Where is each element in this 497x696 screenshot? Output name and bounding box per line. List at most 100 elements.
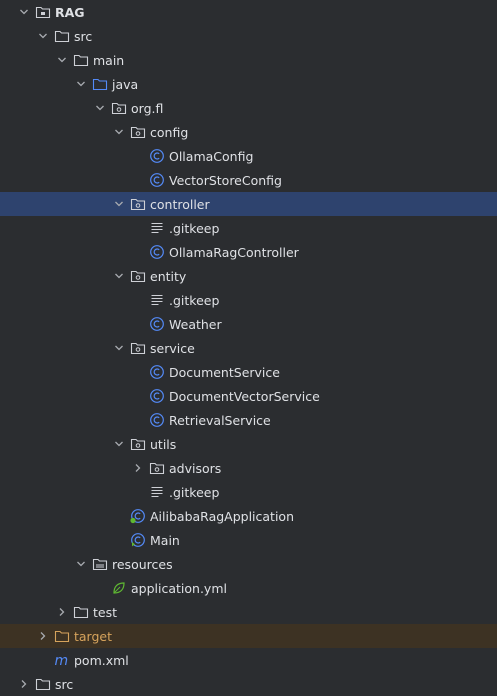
tree-item-retrievalservice[interactable]: RetrievalService — [0, 408, 497, 432]
chevron-down-icon[interactable] — [92, 100, 108, 116]
text-file-icon — [149, 292, 165, 308]
package-icon — [130, 124, 146, 140]
tree-item-label: AilibabaRagApplication — [150, 508, 295, 524]
tree-item-label: OllamaRagController — [169, 244, 299, 260]
chevron-down-icon[interactable] — [54, 52, 70, 68]
tree-item-ollamaragcontroller[interactable]: OllamaRagController — [0, 240, 497, 264]
chevron-down-icon[interactable] — [111, 436, 127, 452]
package-icon — [130, 436, 146, 452]
text-file-icon — [149, 484, 165, 500]
tree-item-label: target — [74, 628, 113, 644]
tree-item-label: pom.xml — [74, 652, 129, 668]
tree-item-label: advisors — [169, 460, 222, 476]
spring-yaml-icon — [111, 580, 127, 596]
excluded-folder-icon — [54, 628, 70, 644]
java-class-icon — [149, 364, 165, 380]
chevron-down-icon[interactable] — [16, 4, 32, 20]
tree-item-label: src — [55, 676, 74, 692]
chevron-down-icon[interactable] — [111, 196, 127, 212]
chevron-down-icon[interactable] — [111, 268, 127, 284]
maven-icon: m — [54, 652, 70, 668]
package-icon — [130, 340, 146, 356]
folder-icon — [54, 28, 70, 44]
java-class-icon — [149, 316, 165, 332]
project-folder-icon — [35, 4, 51, 20]
tree-item-gitkeep[interactable]: .gitkeep — [0, 480, 497, 504]
svg-text:m: m — [55, 653, 69, 668]
tree-item-label: resources — [112, 556, 173, 572]
tree-item-weather[interactable]: Weather — [0, 312, 497, 336]
tree-item-label: java — [112, 76, 139, 92]
tree-item-label: test — [93, 604, 118, 620]
folder-icon — [73, 604, 89, 620]
tree-item-ailibabaragapplication[interactable]: AilibabaRagApplication — [0, 504, 497, 528]
tree-item-label: config — [150, 124, 189, 140]
source-root-folder-icon — [92, 76, 108, 92]
tree-item-label: DocumentVectorService — [169, 388, 320, 404]
tree-item-application-yml[interactable]: application.yml — [0, 576, 497, 600]
tree-item-label: org.fl — [131, 100, 164, 116]
tree-item-gitkeep[interactable]: .gitkeep — [0, 288, 497, 312]
tree-item-documentservice[interactable]: DocumentService — [0, 360, 497, 384]
tree-item-label: RAG — [55, 4, 85, 20]
tree-item-documentvectorservice[interactable]: DocumentVectorService — [0, 384, 497, 408]
tree-item-resources[interactable]: resources — [0, 552, 497, 576]
tree-item-main[interactable]: main — [0, 48, 497, 72]
chevron-down-icon[interactable] — [73, 556, 89, 572]
tree-item-service[interactable]: service — [0, 336, 497, 360]
tree-item-label: application.yml — [131, 580, 227, 596]
tree-item-config[interactable]: config — [0, 120, 497, 144]
tree-item-org-fl[interactable]: org.fl — [0, 96, 497, 120]
package-icon — [130, 268, 146, 284]
tree-item-vectorstoreconfig[interactable]: VectorStoreConfig — [0, 168, 497, 192]
tree-item-label: entity — [150, 268, 187, 284]
package-icon — [111, 100, 127, 116]
tree-item-label: Weather — [169, 316, 222, 332]
chevron-right-icon[interactable] — [130, 460, 146, 476]
java-main-class-icon — [130, 532, 146, 548]
java-class-icon — [149, 388, 165, 404]
tree-item-pom-xml[interactable]: m pom.xml — [0, 648, 497, 672]
chevron-down-icon[interactable] — [35, 28, 51, 44]
tree-item-label: RetrievalService — [169, 412, 271, 428]
tree-item-label: .gitkeep — [169, 292, 220, 308]
tree-item-src[interactable]: src — [0, 24, 497, 48]
java-class-icon — [149, 244, 165, 260]
java-class-icon — [149, 148, 165, 164]
tree-item-java[interactable]: java — [0, 72, 497, 96]
chevron-right-icon[interactable] — [35, 628, 51, 644]
tree-item-label: src — [74, 28, 93, 44]
tree-item-label: utils — [150, 436, 177, 452]
chevron-down-icon[interactable] — [111, 340, 127, 356]
tree-item-label: main — [93, 52, 125, 68]
text-file-icon — [149, 220, 165, 236]
resources-folder-icon — [92, 556, 108, 572]
chevron-right-icon[interactable] — [54, 604, 70, 620]
tree-item-test[interactable]: test — [0, 600, 497, 624]
package-icon — [130, 196, 146, 212]
tree-item-target[interactable]: target — [0, 624, 497, 648]
tree-item-src[interactable]: src — [0, 672, 497, 696]
folder-icon — [73, 52, 89, 68]
tree-item-label: OllamaConfig — [169, 148, 254, 164]
tree-item-label: Main — [150, 532, 180, 548]
tree-item-label: DocumentService — [169, 364, 280, 380]
tree-item-controller[interactable]: controller — [0, 192, 497, 216]
chevron-down-icon[interactable] — [73, 76, 89, 92]
tree-item-utils[interactable]: utils — [0, 432, 497, 456]
tree-item-main[interactable]: Main — [0, 528, 497, 552]
tree-item-label: controller — [150, 196, 210, 212]
tree-item-label: .gitkeep — [169, 220, 220, 236]
package-icon — [149, 460, 165, 476]
tree-item-rag[interactable]: RAG — [0, 0, 497, 24]
tree-item-advisors[interactable]: advisors — [0, 456, 497, 480]
tree-item-ollamaconfig[interactable]: OllamaConfig — [0, 144, 497, 168]
chevron-down-icon[interactable] — [111, 124, 127, 140]
java-class-icon — [149, 172, 165, 188]
tree-item-label: .gitkeep — [169, 484, 220, 500]
java-class-icon — [149, 412, 165, 428]
chevron-right-icon[interactable] — [16, 676, 32, 692]
tree-item-gitkeep[interactable]: .gitkeep — [0, 216, 497, 240]
tree-item-label: service — [150, 340, 195, 356]
tree-item-entity[interactable]: entity — [0, 264, 497, 288]
